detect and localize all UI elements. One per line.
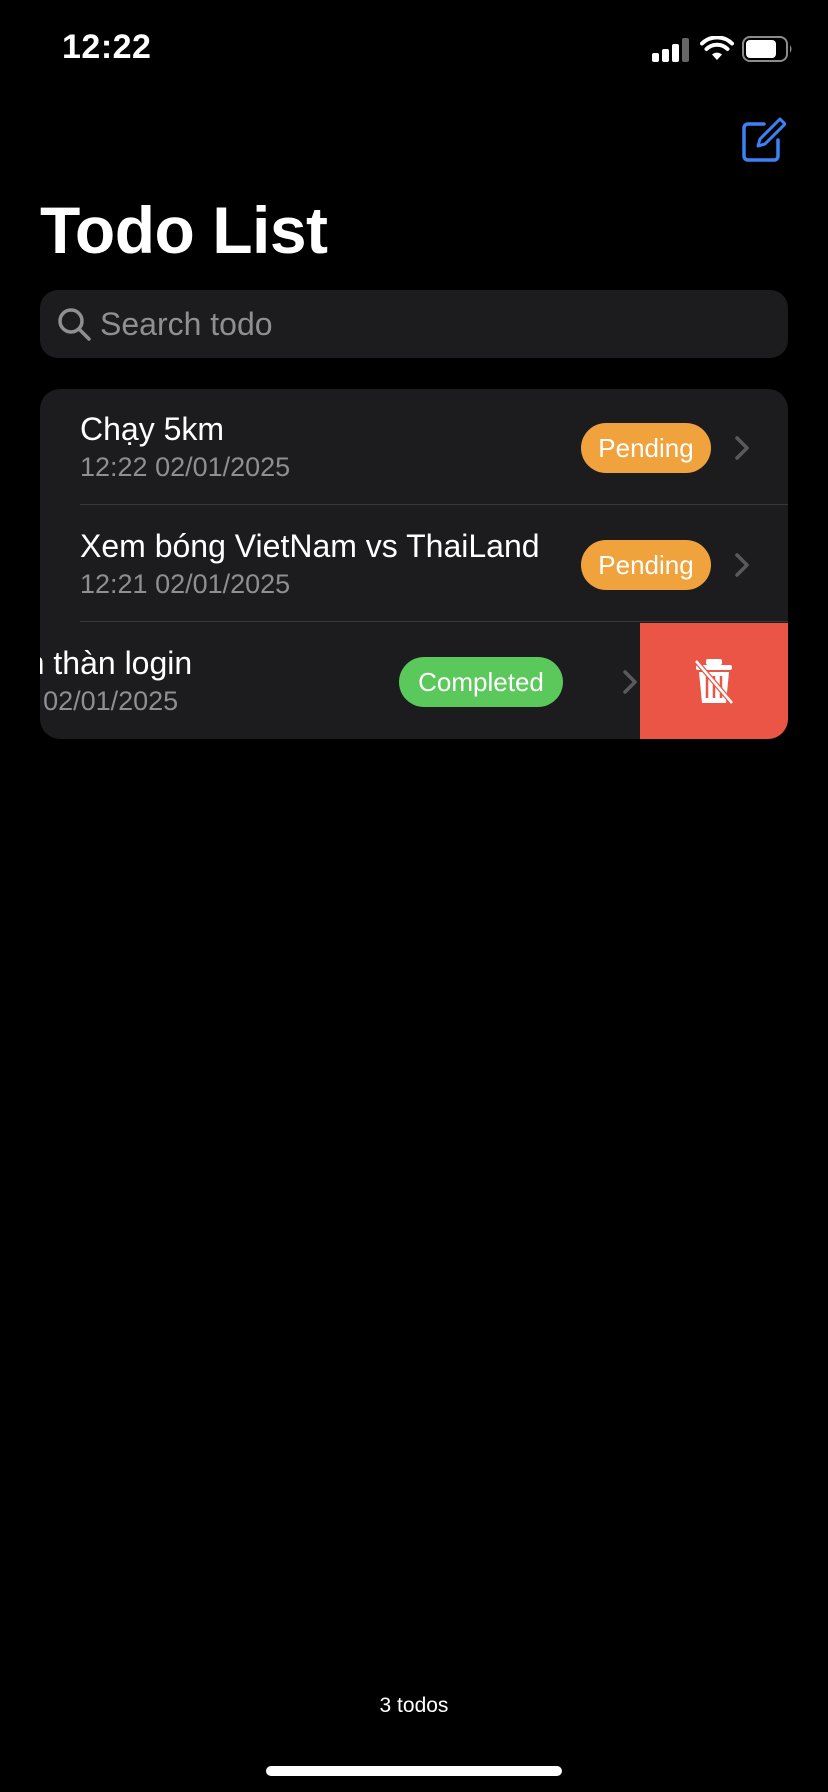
todo-row[interactable]: Xem bóng VietNam vs ThaiLand 12:21 02/01… (40, 506, 788, 623)
delete-button[interactable] (640, 623, 788, 739)
todo-list: Chạy 5km 12:22 02/01/2025 Pending Xem bó… (40, 389, 788, 739)
home-indicator[interactable] (266, 1766, 562, 1776)
row-divider (80, 621, 788, 622)
signal-icon (652, 38, 692, 62)
todo-count: 3 todos (379, 1694, 449, 1717)
status-time: 12:22 (62, 28, 152, 66)
trash-icon (694, 659, 734, 705)
chevron-right-icon (735, 553, 749, 577)
status-badge: Completed (399, 657, 563, 707)
status-bar: 12:22 (0, 0, 828, 100)
todo-title: Xem bóng VietNam vs ThaiLand (80, 528, 540, 564)
battery-icon (742, 36, 792, 62)
chevron-right-icon (735, 436, 749, 460)
search-icon (58, 308, 91, 341)
todo-row-content: Hoàn thàn login 12:20 02/01/2025 Complet… (40, 623, 640, 739)
status-badge: Pending (581, 540, 711, 590)
search-input[interactable] (100, 290, 770, 358)
todo-datetime: 12:21 02/01/2025 (80, 569, 291, 599)
todo-datetime: 12:22 02/01/2025 (80, 452, 291, 482)
wifi-icon (700, 36, 734, 60)
todo-row[interactable]: Chạy 5km 12:22 02/01/2025 Pending (40, 389, 788, 506)
page-title: Todo List (40, 193, 328, 267)
compose-icon[interactable] (738, 116, 786, 164)
status-badge: Pending (581, 423, 711, 473)
todo-datetime: 12:20 02/01/2025 (40, 686, 179, 716)
search-bar[interactable] (40, 290, 788, 358)
todo-title: Hoàn thàn login (40, 645, 193, 681)
todo-title: Chạy 5km (80, 411, 225, 447)
todo-row-swiped[interactable]: Hoàn thàn login 12:20 02/01/2025 Complet… (40, 623, 640, 739)
row-divider (80, 504, 788, 505)
chevron-right-icon (623, 670, 637, 694)
